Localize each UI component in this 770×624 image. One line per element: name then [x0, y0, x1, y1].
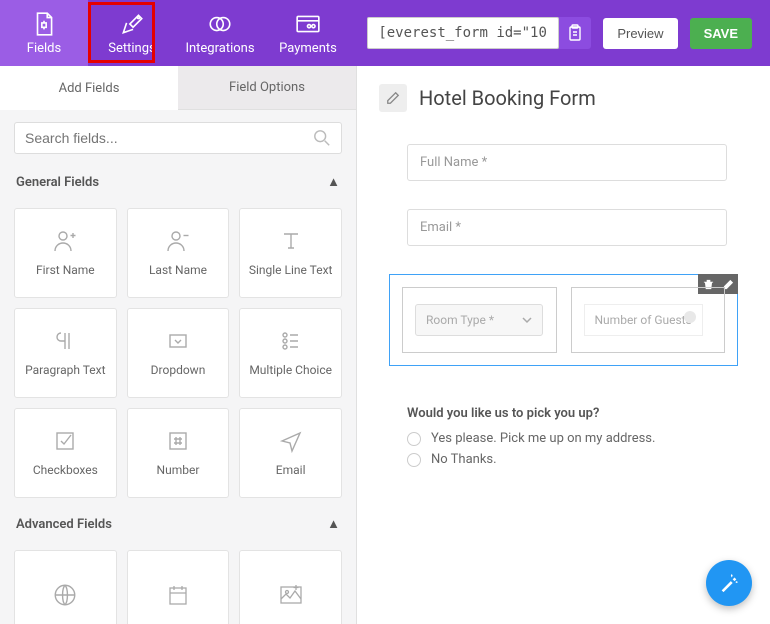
fields-icon [31, 11, 57, 37]
fab-button[interactable] [706, 560, 752, 606]
room-type-select[interactable]: Room Type * [415, 304, 543, 336]
field-email[interactable]: Email * [407, 209, 748, 246]
person-icon [164, 229, 192, 253]
checkbox-icon [53, 429, 77, 453]
pickup-option-no[interactable]: No Thanks. [407, 452, 748, 467]
section-general-fields[interactable]: General Fields ▲ [0, 166, 356, 198]
col-room-type[interactable]: Room Type * [402, 287, 557, 353]
clipboard-icon [567, 24, 583, 42]
radio-icon [407, 453, 421, 467]
sidebar-tabs: Add Fields Field Options [0, 66, 356, 110]
field-fullname[interactable]: Full Name * [407, 144, 748, 181]
field-image[interactable] [239, 550, 342, 624]
pencil-icon [386, 91, 400, 105]
field-single-line[interactable]: Single Line Text [239, 208, 342, 298]
sidebar: Add Fields Field Options General Fields … [0, 66, 357, 624]
fullname-input: Full Name * [407, 144, 727, 181]
hash-icon [166, 429, 190, 453]
form-title[interactable]: Hotel Booking Form [419, 86, 596, 110]
sidebar-tab-add-fields[interactable]: Add Fields [0, 66, 178, 110]
selected-row[interactable]: Room Type * Number of Guests [389, 274, 738, 366]
chevron-down-icon [522, 316, 532, 324]
search-icon [313, 129, 331, 147]
email-input: Email * [407, 209, 727, 246]
save-button[interactable]: SAVE [690, 18, 752, 49]
tab-payments-label: Payments [279, 41, 337, 56]
topbar-right: Preview SAVE [367, 17, 770, 49]
copy-shortcode-button[interactable] [559, 17, 591, 49]
section-label: Advanced Fields [16, 517, 112, 532]
text-icon [279, 229, 303, 253]
tab-fields[interactable]: Fields [0, 0, 88, 66]
radio-icon [407, 432, 421, 446]
field-label: First Name [36, 263, 95, 277]
section-label: General Fields [16, 175, 99, 190]
search-input[interactable] [25, 130, 313, 146]
general-fields-grid: First Name Last Name Single Line Text Pa… [0, 198, 356, 508]
send-icon [279, 429, 303, 453]
tab-settings[interactable]: Settings [88, 0, 176, 66]
form-preview: Hotel Booking Form Full Name * Email * R… [357, 66, 770, 624]
guests-label: Number of Guests [595, 313, 692, 327]
main: Add Fields Field Options General Fields … [0, 66, 770, 624]
close-icon [684, 311, 696, 323]
pickup-question: Would you like us to pick you up? [407, 406, 748, 421]
collapse-icon: ▲ [327, 174, 340, 190]
globe-icon [52, 582, 78, 608]
pickup-option-yes[interactable]: Yes please. Pick me up on my address. [407, 431, 748, 446]
topbar: Fields Settings Integrations Payments [0, 0, 770, 66]
field-last-name[interactable]: Last Name [127, 208, 230, 298]
payments-icon [295, 11, 321, 37]
advanced-fields-grid [0, 540, 356, 624]
calendar-icon [166, 583, 190, 607]
magic-wand-icon [718, 572, 740, 594]
collapse-icon: ▲ [327, 516, 340, 532]
dropdown-icon [166, 329, 190, 353]
shortcode-input[interactable] [367, 17, 559, 49]
tab-integrations[interactable]: Integrations [176, 0, 264, 66]
tab-fields-label: Fields [27, 41, 61, 56]
topbar-tabs: Fields Settings Integrations Payments [0, 0, 352, 66]
paragraph-icon [53, 329, 77, 353]
tab-integrations-label: Integrations [185, 41, 254, 56]
field-label: Number [157, 463, 200, 477]
field-label: Last Name [149, 263, 207, 277]
tab-settings-label: Settings [108, 41, 155, 56]
field-number[interactable]: Number [127, 408, 230, 498]
preview-button[interactable]: Preview [603, 18, 677, 49]
field-dropdown[interactable]: Dropdown [127, 308, 230, 398]
settings-icon [119, 11, 145, 37]
field-first-name[interactable]: First Name [14, 208, 117, 298]
field-multiple-choice[interactable]: Multiple Choice [239, 308, 342, 398]
field-website[interactable] [14, 550, 117, 624]
radio-list-icon [279, 329, 303, 353]
field-paragraph[interactable]: Paragraph Text [14, 308, 117, 398]
section-advanced-fields[interactable]: Advanced Fields ▲ [0, 508, 356, 540]
field-pickup[interactable]: Would you like us to pick you up? Yes pl… [407, 406, 748, 467]
option-label: Yes please. Pick me up on my address. [431, 431, 655, 446]
guests-input[interactable]: Number of Guests [584, 304, 703, 336]
form-title-row: Hotel Booking Form [379, 84, 748, 112]
field-label: Multiple Choice [249, 363, 332, 377]
integrations-icon [207, 11, 233, 37]
image-icon [278, 583, 304, 607]
field-label: Checkboxes [33, 463, 98, 477]
field-email[interactable]: Email [239, 408, 342, 498]
edit-title-button[interactable] [379, 84, 407, 112]
search-box [14, 122, 342, 154]
field-label: Email [276, 463, 306, 477]
room-type-label: Room Type * [426, 313, 494, 327]
option-label: No Thanks. [431, 452, 497, 467]
col-guests[interactable]: Number of Guests [571, 287, 726, 353]
sidebar-tab-field-options[interactable]: Field Options [178, 66, 356, 110]
field-label: Single Line Text [249, 263, 333, 277]
person-icon [51, 229, 79, 253]
field-date[interactable] [127, 550, 230, 624]
field-checkboxes[interactable]: Checkboxes [14, 408, 117, 498]
sidebar-body: General Fields ▲ First Name Last Name Si… [0, 110, 356, 624]
field-label: Paragraph Text [25, 363, 105, 377]
tab-payments[interactable]: Payments [264, 0, 352, 66]
shortcode-box [367, 17, 591, 49]
field-label: Dropdown [151, 363, 206, 377]
